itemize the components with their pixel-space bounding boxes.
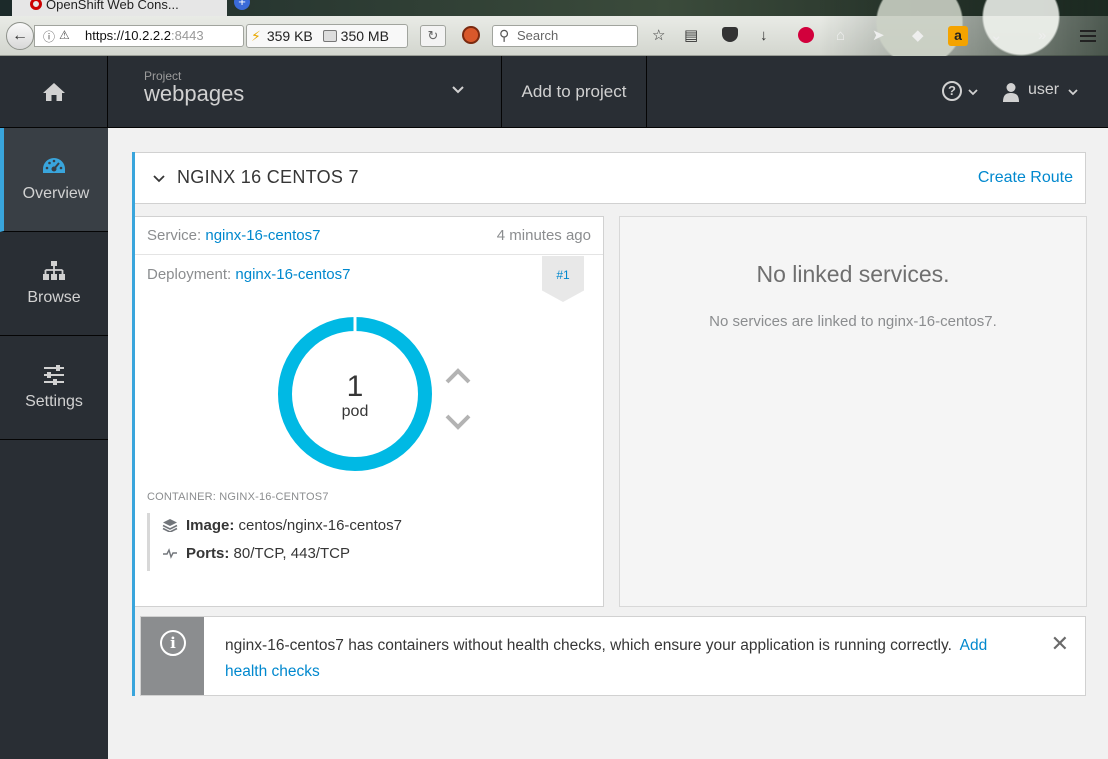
addon-menu-icon[interactable]: ⌄: [990, 27, 1003, 45]
search-icon: ⚲: [499, 27, 510, 43]
browser-toolbar: ← ⓘ ⚠ https://10.2.2.2:8443 ⚡ 359 KB 350 …: [0, 0, 1108, 56]
bookmark-star-icon[interactable]: ☆: [652, 27, 665, 45]
linked-services-subtitle: No services are linked to nginx-16-cento…: [709, 313, 997, 330]
search-placeholder: Search: [517, 28, 559, 43]
url-port: :8443: [171, 28, 204, 43]
pod-count: 1: [346, 370, 364, 403]
service-group: NGINX 16 CENTOS 7 Create Route Service: …: [132, 152, 1087, 696]
ports-row: Ports: 80/TCP, 443/TCP: [162, 545, 350, 562]
memory-icon: [322, 30, 337, 42]
speed-indicator[interactable]: ⚡ 359 KB 350 MB: [246, 24, 408, 48]
sidebar-item-label: Browse: [27, 289, 81, 306]
user-chevron-down-icon[interactable]: [1068, 87, 1078, 97]
sliders-icon: [44, 365, 64, 385]
service-link[interactable]: nginx-16-centos7: [205, 227, 320, 244]
reading-list-icon[interactable]: ▤: [684, 27, 698, 45]
service-age: 4 minutes ago: [496, 227, 591, 244]
add-to-project-button[interactable]: Add to project: [502, 56, 647, 128]
container-details: Image: centos/nginx-16-centos7 Ports: 80…: [147, 513, 447, 571]
deployment-version-badge[interactable]: #1: [542, 256, 584, 302]
help-icon[interactable]: ?: [942, 81, 962, 101]
home-button[interactable]: [0, 56, 108, 128]
service-field: Service: nginx-16-centos7: [147, 227, 320, 244]
pocket-save-icon[interactable]: [798, 27, 814, 43]
amazon-icon[interactable]: a: [948, 26, 968, 46]
help-chevron-down-icon[interactable]: [968, 87, 978, 97]
add-to-project-label: Add to project: [521, 82, 627, 101]
layers-icon: [162, 519, 178, 532]
container-label: CONTAINER: NGINX-16-CENTOS7: [147, 491, 329, 503]
home-icon: [43, 83, 65, 101]
dashboard-icon: [43, 158, 65, 173]
scale-up-chevron-icon[interactable]: [445, 367, 471, 385]
pulse-icon: [163, 548, 177, 559]
ports-value: 80/TCP, 443/TCP: [233, 545, 350, 562]
browser-tab[interactable]: OpenShift Web Cons...: [12, 0, 227, 16]
lock-warning-icon[interactable]: ⚠: [59, 28, 70, 42]
openshift-logo-icon: [30, 0, 42, 10]
search-input[interactable]: ⚲ Search: [492, 25, 638, 47]
url-bar[interactable]: ⓘ ⚠ https://10.2.2.2:8443: [34, 25, 244, 47]
collapse-chevron-icon[interactable]: [153, 173, 165, 185]
scale-down-chevron-icon[interactable]: [445, 413, 471, 431]
home-browser-icon[interactable]: ⌂: [836, 27, 845, 45]
deployment-link[interactable]: nginx-16-centos7: [235, 266, 350, 283]
service-label: Service:: [147, 227, 202, 244]
image-row: Image: centos/nginx-16-centos7: [162, 517, 402, 534]
info-icon[interactable]: ⓘ: [43, 28, 55, 45]
sidebar-item-browse[interactable]: Browse: [0, 232, 108, 336]
sidebar-item-overview[interactable]: Overview: [0, 128, 108, 232]
sidebar: Overview Browse Settings: [0, 128, 108, 759]
user-menu[interactable]: user: [1028, 81, 1059, 99]
sidebar-item-label: Overview: [22, 185, 90, 202]
info-icon: i: [160, 630, 186, 656]
hamburger-menu-icon[interactable]: [1080, 30, 1096, 42]
noscript-icon[interactable]: [462, 26, 480, 44]
download-icon[interactable]: ↓: [760, 27, 768, 45]
project-name: webpages: [144, 81, 245, 106]
extension-icon[interactable]: ◆: [912, 27, 924, 45]
create-route-link[interactable]: Create Route: [978, 169, 1073, 187]
close-icon[interactable]: ✕: [1051, 631, 1069, 657]
send-icon[interactable]: ➤: [872, 27, 885, 45]
ports-label: Ports:: [186, 545, 230, 562]
service-row: Service: nginx-16-centos7 4 minutes ago: [135, 217, 603, 255]
chevron-down-icon: [452, 86, 464, 94]
url-host: https://10.2.2.2: [85, 28, 172, 43]
deployment-label: Deployment:: [147, 266, 232, 283]
sidebar-item-label: Settings: [25, 393, 83, 410]
service-group-title: NGINX 16 CENTOS 7: [177, 167, 359, 187]
linked-services-card: No linked services. No services are link…: [619, 216, 1087, 607]
service-card: Service: nginx-16-centos7 4 minutes ago …: [135, 216, 604, 607]
image-value: centos/nginx-16-centos7: [238, 517, 402, 534]
sidebar-item-settings[interactable]: Settings: [0, 336, 108, 440]
pocket-icon[interactable]: [722, 27, 738, 42]
project-selector[interactable]: Project webpages: [108, 56, 502, 128]
back-button[interactable]: ←: [6, 22, 34, 50]
app-header: Project webpages Add to project ? user: [0, 56, 1108, 128]
alert-message: nginx-16-centos7 has containers without …: [225, 637, 952, 654]
sitemap-icon: [43, 261, 65, 280]
alert-icon-box: i: [141, 617, 204, 695]
download-speed: 359 KB: [266, 28, 313, 44]
main-content: NGINX 16 CENTOS 7 Create Route Service: …: [108, 128, 1108, 759]
memory-usage: 350 MB: [340, 28, 389, 44]
browser-tab-title: OpenShift Web Cons...: [46, 0, 179, 12]
bolt-icon: ⚡: [251, 28, 261, 44]
image-label: Image:: [186, 517, 235, 534]
service-group-header: NGINX 16 CENTOS 7 Create Route: [135, 152, 1086, 204]
linked-services-title: No linked services.: [756, 261, 950, 287]
new-tab-icon[interactable]: +: [234, 0, 250, 10]
alert-message-block: nginx-16-centos7 has containers without …: [225, 633, 1025, 685]
health-check-alert: i nginx-16-centos7 has containers withou…: [140, 616, 1086, 696]
pod-label: pod: [341, 403, 369, 420]
overflow-icon[interactable]: »: [1038, 27, 1046, 45]
user-icon[interactable]: [1002, 82, 1020, 102]
reload-button[interactable]: ↻: [420, 25, 446, 47]
deployment-field: Deployment: nginx-16-centos7: [147, 266, 350, 283]
